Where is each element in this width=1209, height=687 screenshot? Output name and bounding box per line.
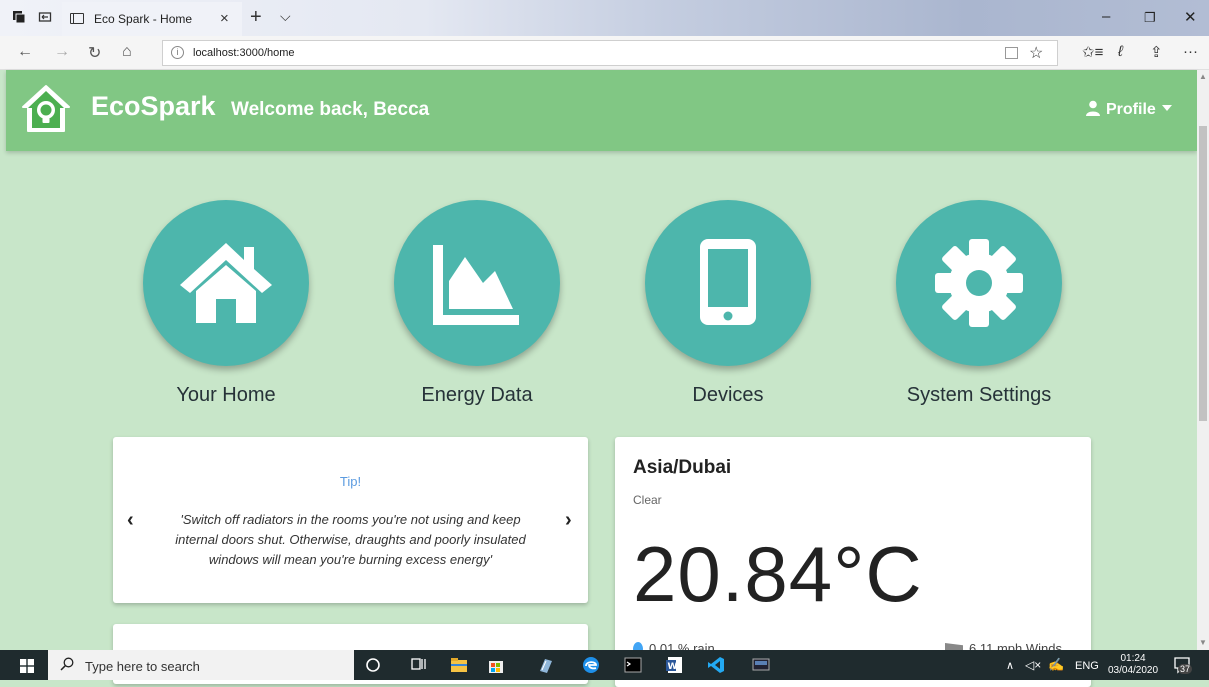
cortana-icon[interactable]: [364, 656, 382, 674]
taskbar-search-input[interactable]: Type here to search: [48, 650, 354, 680]
tip-title: Tip!: [339, 474, 362, 489]
clock[interactable]: 01:24 03/04/2020: [1108, 653, 1158, 677]
scroll-down-icon[interactable]: ▼: [1199, 638, 1207, 647]
edge-browser-icon[interactable]: [582, 656, 600, 674]
tile-energy-data[interactable]: Energy Data: [394, 200, 560, 406]
brand-name[interactable]: EcoSpark: [91, 91, 216, 122]
tile-label: Devices: [692, 384, 764, 406]
tile-circle[interactable]: [143, 200, 309, 366]
notepad-app-icon[interactable]: [537, 656, 555, 674]
window-minimize-button[interactable]: –: [1102, 8, 1110, 25]
mobile-icon: [700, 239, 756, 325]
task-view-icon[interactable]: [410, 656, 428, 674]
caret-down-icon: [1161, 105, 1172, 111]
scroll-up-icon[interactable]: ▲: [1199, 72, 1207, 81]
tile-your-home[interactable]: Your Home: [143, 200, 309, 406]
welcome-message: Welcome back, Becca: [231, 99, 430, 120]
tile-circle[interactable]: [394, 200, 560, 366]
tile-circle[interactable]: [645, 200, 811, 366]
remote-desktop-icon[interactable]: [752, 656, 770, 674]
window-restore-button[interactable]: ❐: [1144, 10, 1156, 26]
new-tab-button[interactable]: +: [250, 6, 262, 29]
site-info-icon[interactable]: i: [171, 46, 184, 59]
favorite-star-icon[interactable]: ☆: [1029, 43, 1043, 63]
page-icon: [70, 13, 84, 24]
notification-count: 37: [1178, 664, 1193, 674]
page-scrollbar[interactable]: ▲ ▼: [1197, 70, 1209, 650]
clock-time: 01:24: [1120, 653, 1146, 664]
ecospark-logo-icon[interactable]: [20, 83, 72, 135]
share-icon[interactable]: ⇪: [1150, 43, 1163, 61]
vscode-icon[interactable]: [707, 656, 725, 674]
cog-icon: [935, 239, 1023, 327]
weather-city: Asia/Dubai: [633, 457, 732, 478]
person-icon: [1086, 100, 1100, 116]
weather-condition: Clear: [633, 493, 662, 507]
url-field[interactable]: i localhost:3000/home ☆: [162, 40, 1058, 66]
word-icon[interactable]: W: [665, 656, 683, 674]
tile-devices[interactable]: Devices: [645, 200, 811, 406]
tip-next-button[interactable]: ›: [565, 509, 572, 532]
browser-tab[interactable]: Eco Spark - Home ×: [62, 2, 242, 36]
tile-system-settings[interactable]: System Settings: [896, 200, 1062, 406]
home-button[interactable]: ⌂: [122, 43, 132, 61]
tip-prev-button[interactable]: ‹: [127, 509, 134, 532]
tile-label: System Settings: [906, 384, 1052, 406]
search-placeholder: Type here to search: [85, 659, 200, 674]
action-center-button[interactable]: 37: [1173, 656, 1193, 674]
home-icon: [180, 243, 272, 323]
back-button[interactable]: ←: [17, 43, 33, 61]
tab-aside-icon[interactable]: [38, 10, 52, 24]
tray-chevron-icon[interactable]: ∧: [1006, 659, 1014, 672]
tab-preview-chevron-icon[interactable]: ⌵: [280, 8, 291, 25]
file-explorer-icon[interactable]: [450, 656, 468, 674]
reading-view-icon[interactable]: [1005, 47, 1018, 59]
tab-close-icon[interactable]: ×: [220, 10, 229, 27]
store-icon[interactable]: [487, 656, 505, 674]
tab-title: Eco Spark - Home: [94, 12, 193, 26]
input-language[interactable]: ENG: [1075, 660, 1099, 672]
profile-label: Profile: [1106, 101, 1156, 118]
clock-date: 03/04/2020: [1108, 665, 1159, 676]
more-icon[interactable]: ···: [1183, 43, 1198, 60]
windows-start-icon[interactable]: [20, 659, 34, 673]
weather-temperature: 20.84°C: [633, 530, 923, 618]
tile-circle[interactable]: [896, 200, 1062, 366]
area-chart-icon: [433, 245, 519, 325]
favorites-bar-icon[interactable]: ✩≡: [1082, 43, 1103, 61]
window-close-button[interactable]: ✕: [1184, 8, 1197, 26]
terminal-icon[interactable]: [624, 656, 642, 674]
pen-workspace-icon[interactable]: ✍: [1048, 657, 1064, 673]
forward-button[interactable]: →: [54, 43, 70, 61]
tile-label: Your Home: [176, 384, 276, 406]
app-header: EcoSpark Welcome back, Becca Profile: [6, 70, 1197, 151]
search-icon: [60, 657, 74, 671]
url-text: localhost:3000/home: [193, 47, 295, 59]
refresh-button[interactable]: ↻: [88, 43, 101, 63]
tip-text: 'Switch off radiators in the rooms you'r…: [175, 512, 526, 567]
profile-dropdown[interactable]: Profile: [1085, 100, 1172, 119]
svg-text:W: W: [668, 662, 678, 672]
tab-actions-icon[interactable]: [12, 10, 26, 24]
tile-label: Energy Data: [421, 384, 533, 406]
tip-card: Tip! ‹ 'Switch off radiators in the room…: [113, 437, 588, 603]
pen-icon[interactable]: ℓ: [1118, 43, 1123, 60]
volume-muted-icon[interactable]: ◁×: [1025, 658, 1041, 672]
windows-taskbar: Type here to search W ∧ ◁× ✍ ENG 01:24 0…: [0, 650, 1209, 680]
scrollbar-thumb[interactable]: [1199, 126, 1207, 421]
browser-address-bar: ← → ↻ ⌂ i localhost:3000/home ☆ ✩≡ ℓ ⇪ ·…: [0, 36, 1209, 70]
browser-tab-bar: Eco Spark - Home × + ⌵ – ❐ ✕: [0, 0, 1209, 36]
